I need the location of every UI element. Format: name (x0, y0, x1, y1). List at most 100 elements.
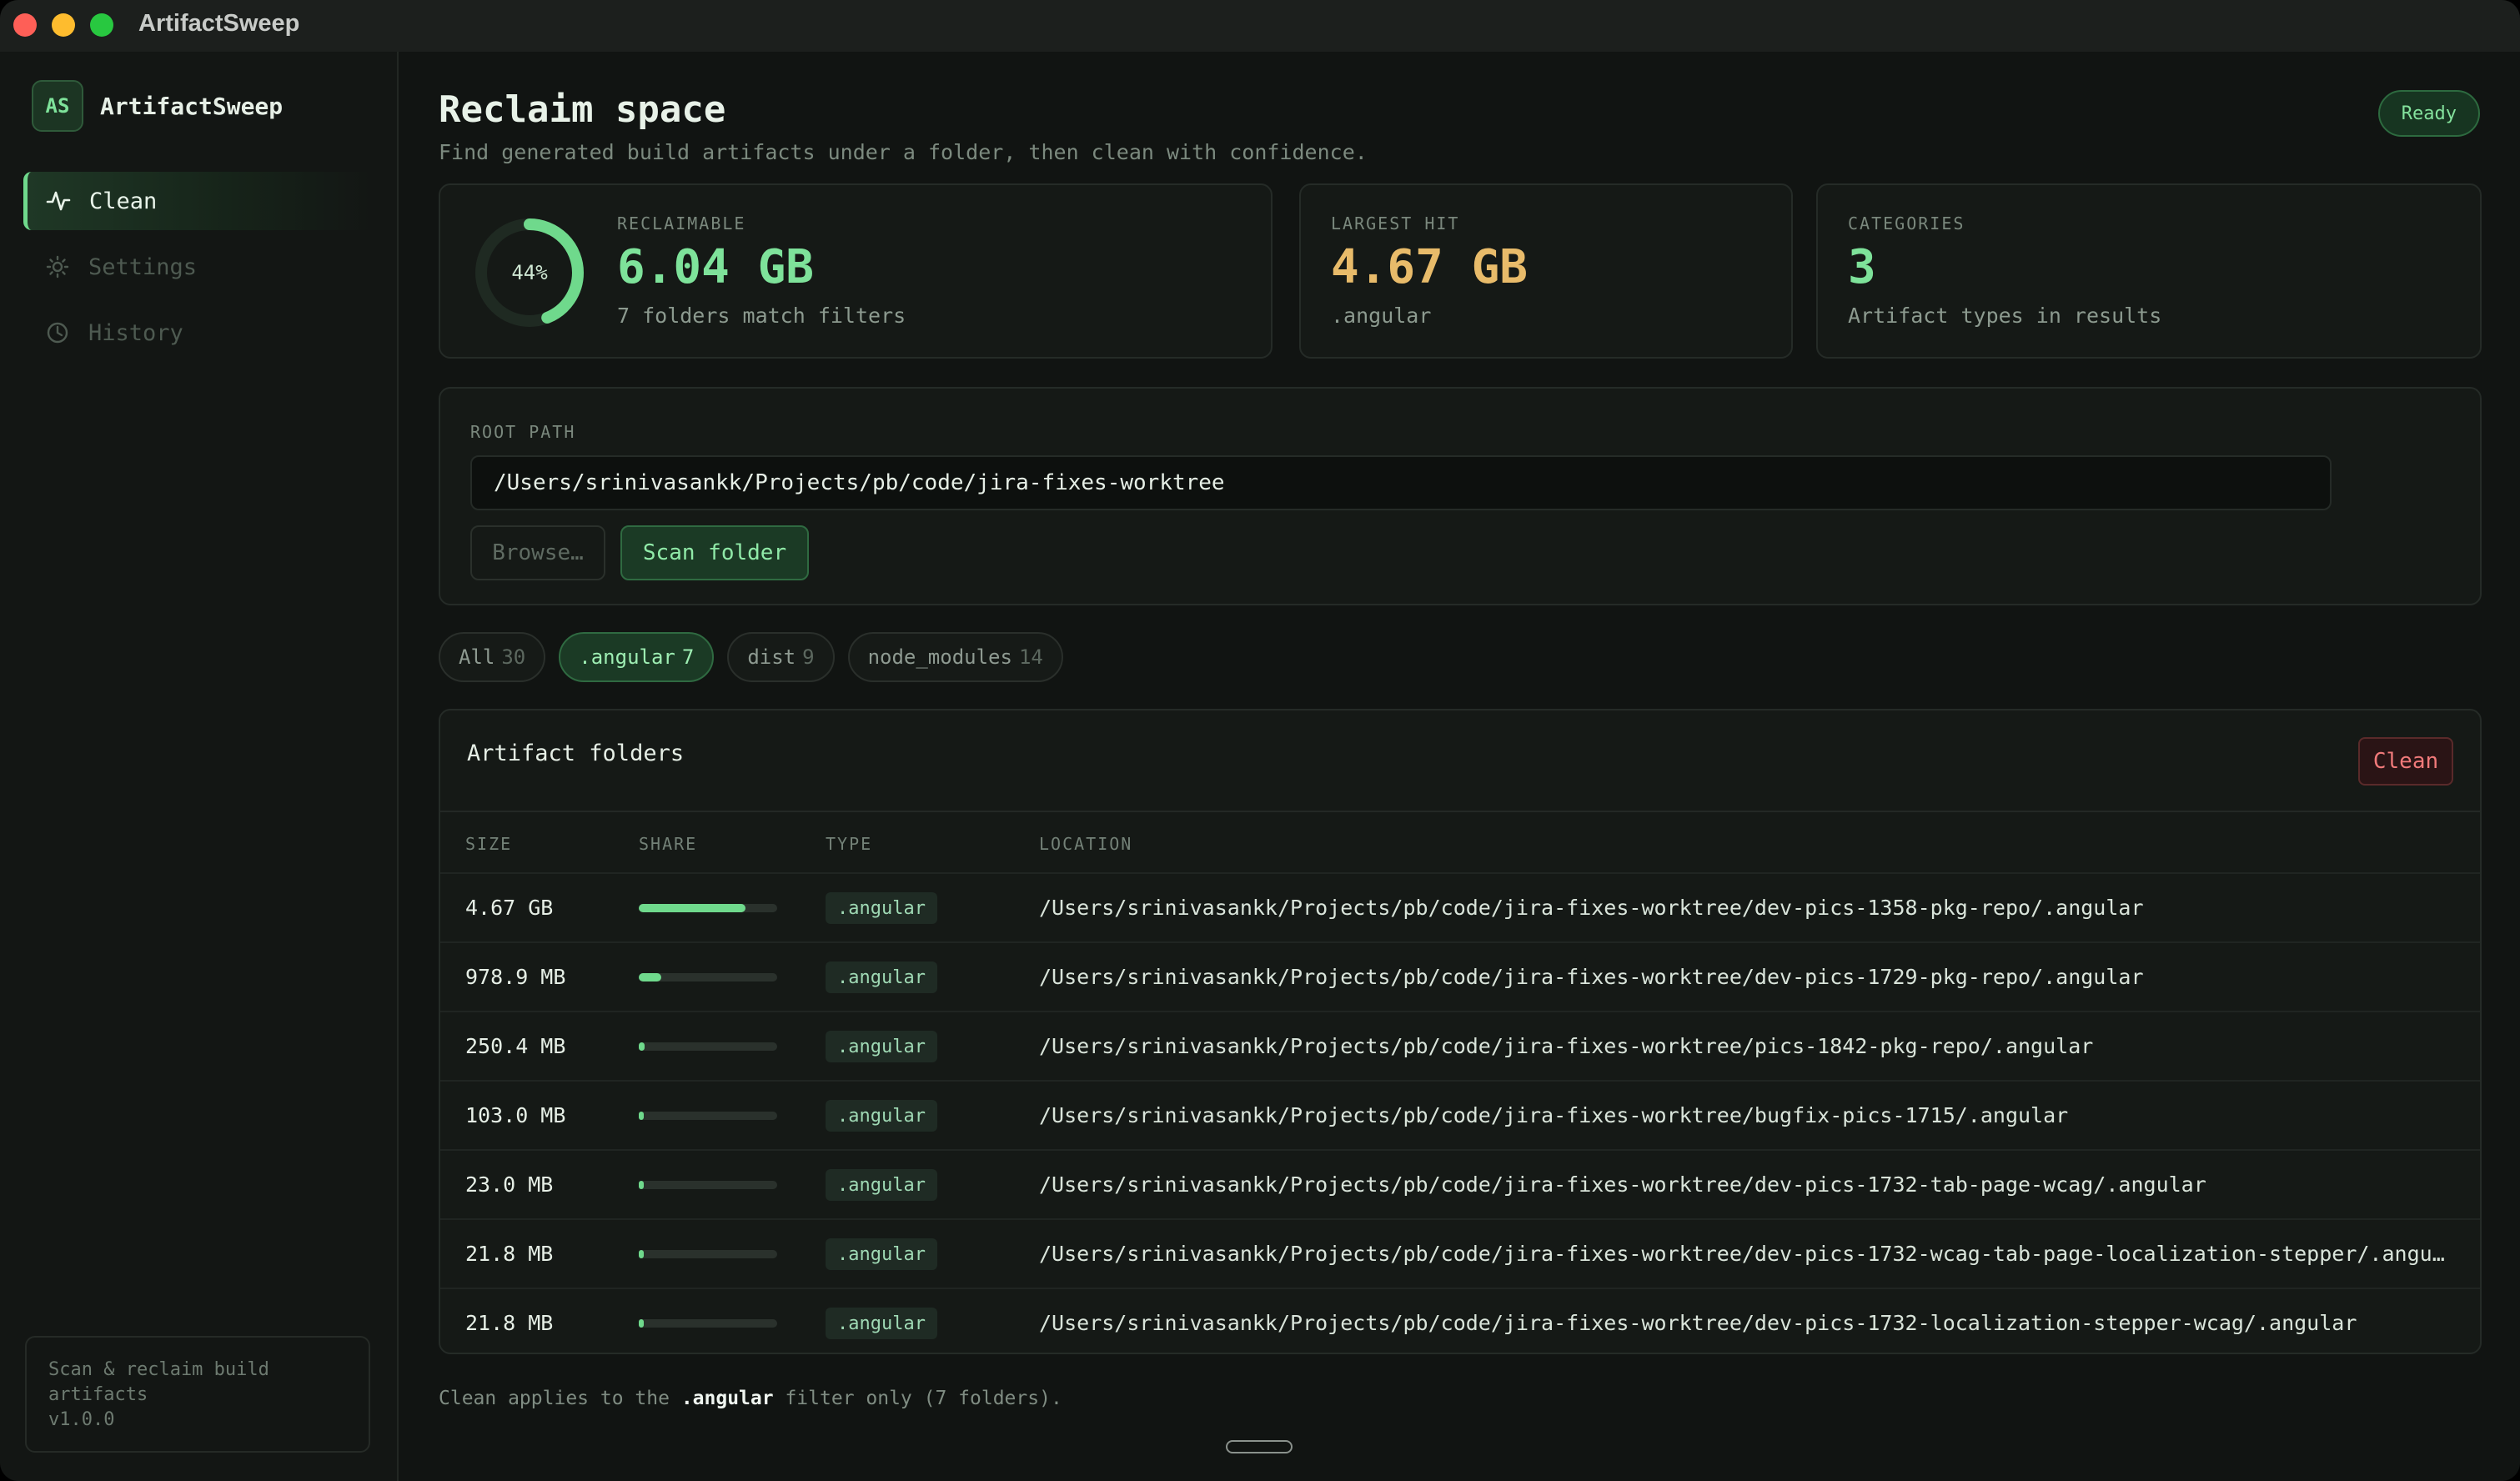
scan-folder-button[interactable]: Scan folder (620, 525, 809, 580)
row-size: 21.8 MB (465, 1242, 554, 1266)
row-location: /Users/srinivasankk/Projects/pb/code/jir… (1039, 896, 2144, 920)
filter-chip-angular[interactable]: .angular 7 (559, 632, 715, 682)
row-size: 21.8 MB (465, 1311, 554, 1335)
largest-hit-value: 4.67 GB (1331, 240, 1529, 294)
type-badge: .angular (826, 1238, 937, 1270)
zoom-window-button[interactable] (90, 13, 113, 37)
column-header-share[interactable]: SHARE (639, 834, 697, 854)
row-size: 250.4 MB (465, 1034, 566, 1058)
share-bar-fill (639, 973, 661, 981)
root-path-label: ROOT PATH (470, 422, 576, 442)
sidebar-item-label: Clean (89, 188, 158, 214)
clean-button[interactable]: Clean (2358, 737, 2453, 786)
share-bar (639, 973, 777, 981)
column-header-size[interactable]: SIZE (465, 834, 512, 854)
row-location: /Users/srinivasankk/Projects/pb/code/jir… (1039, 1034, 2094, 1058)
reclaimable-card: 44% RECLAIMABLE 6.04 GB 7 folders match … (439, 183, 1273, 359)
categories-value: 3 (1848, 240, 1876, 294)
share-bar-fill (639, 1319, 644, 1328)
brand: AS ArtifactSweep (32, 80, 283, 132)
title-bar: ArtifactSweep (0, 0, 2520, 52)
table-title: Artifact folders (467, 740, 685, 766)
gear-icon (45, 254, 70, 279)
filter-chip-all[interactable]: All 30 (439, 632, 546, 682)
table-row[interactable]: 978.9 MB .angular /Users/srinivasankk/Pr… (440, 941, 2480, 1011)
share-bar (639, 1112, 777, 1120)
activity-icon (46, 188, 71, 213)
table-row[interactable]: 23.0 MB .angular /Users/srinivasankk/Pro… (440, 1149, 2480, 1218)
share-bar (639, 1042, 777, 1051)
footnote-suffix: filter only (7 folders). (785, 1388, 1062, 1409)
reclaimable-subtext: 7 folders match filters (617, 304, 906, 328)
sidebar-item-label: History (88, 319, 183, 346)
row-location: /Users/srinivasankk/Projects/pb/code/jir… (1039, 965, 2144, 989)
page-subtitle: Find generated build artifacts under a f… (439, 140, 1368, 164)
share-bar-fill (639, 1181, 644, 1189)
scroll-handle[interactable] (1226, 1440, 1293, 1453)
type-badge: .angular (826, 1031, 937, 1062)
share-bar-fill (639, 904, 745, 912)
footer-tagline-2: artifacts (48, 1384, 148, 1405)
sidebar-item-clean[interactable]: Clean (23, 172, 374, 230)
footnote-filter: .angular (680, 1388, 774, 1409)
sidebar-nav: Clean Settings History (23, 172, 374, 369)
share-bar (639, 1181, 777, 1189)
row-size: 23.0 MB (465, 1172, 554, 1197)
largest-hit-label: LARGEST HIT (1331, 213, 1460, 233)
sidebar-item-settings[interactable]: Settings (23, 238, 374, 296)
share-bar-fill (639, 1112, 644, 1120)
row-location: /Users/srinivasankk/Projects/pb/code/jir… (1039, 1103, 2069, 1127)
chip-label: node_modules (867, 645, 1012, 669)
root-path-input[interactable] (470, 455, 2332, 510)
artifact-table-card: Artifact folders Clean SIZE SHARE TYPE L… (439, 709, 2482, 1354)
chip-count: 7 (681, 645, 695, 669)
sidebar-item-history[interactable]: History (23, 304, 374, 362)
table-row[interactable]: 21.8 MB .angular /Users/srinivasankk/Pro… (440, 1288, 2480, 1353)
chip-label: All (459, 645, 495, 669)
column-header-type[interactable]: TYPE (826, 834, 872, 854)
row-location: /Users/srinivasankk/Projects/pb/code/jir… (1039, 1172, 2206, 1197)
browse-button[interactable]: Browse… (470, 525, 605, 580)
type-badge: .angular (826, 1100, 937, 1132)
column-header-location[interactable]: LOCATION (1039, 834, 1132, 854)
clean-footnote: Clean applies to the .angular filter onl… (439, 1388, 1062, 1409)
largest-hit-subtext: .angular (1331, 304, 1432, 328)
table-row[interactable]: 250.4 MB .angular /Users/srinivasankk/Pr… (440, 1011, 2480, 1080)
app-window: ArtifactSweep AS ArtifactSweep Clean Set… (0, 0, 2520, 1481)
reclaimable-value: 6.04 GB (617, 240, 815, 294)
chip-count: 9 (802, 645, 815, 669)
filter-chip-dist[interactable]: dist 9 (727, 632, 835, 682)
chip-count: 14 (1018, 645, 1043, 669)
categories-subtext: Artifact types in results (1848, 304, 2162, 328)
categories-label: CATEGORIES (1848, 213, 1965, 233)
status-badge: Ready (2377, 90, 2480, 137)
table-row[interactable]: 21.8 MB .angular /Users/srinivasankk/Pro… (440, 1218, 2480, 1288)
sidebar-item-label: Settings (88, 254, 198, 280)
row-size: 4.67 GB (465, 896, 554, 920)
sidebar-footer: Scan & reclaim build artifacts v1.0.0 (25, 1336, 370, 1453)
page-title: Reclaim space (439, 88, 726, 131)
clock-icon (45, 320, 70, 345)
footer-tagline-1: Scan & reclaim build (48, 1359, 269, 1380)
reclaimable-percent: 44% (511, 261, 548, 284)
row-location: /Users/srinivasankk/Projects/pb/code/jir… (1039, 1311, 2357, 1335)
chip-count: 30 (501, 645, 526, 669)
sidebar: AS ArtifactSweep Clean Settings History … (0, 52, 399, 1481)
table-row[interactable]: 103.0 MB .angular /Users/srinivasankk/Pr… (440, 1080, 2480, 1149)
minimize-window-button[interactable] (52, 13, 75, 37)
row-location: /Users/srinivasankk/Projects/pb/code/jir… (1039, 1242, 2457, 1266)
filter-chips: All 30 .angular 7 dist 9 node_modules 14 (439, 632, 1077, 682)
filter-chip-node-modules[interactable]: node_modules 14 (847, 632, 1063, 682)
chip-label: dist (747, 645, 796, 669)
main-content: Reclaim space Find generated build artif… (400, 52, 2520, 1481)
close-window-button[interactable] (13, 13, 37, 37)
categories-card: CATEGORIES 3 Artifact types in results (1816, 183, 2482, 359)
table-row[interactable]: 4.67 GB .angular /Users/srinivasankk/Pro… (440, 872, 2480, 941)
row-size: 103.0 MB (465, 1103, 566, 1127)
brand-logo: AS (32, 80, 83, 132)
table-header: SIZE SHARE TYPE LOCATION (440, 811, 2480, 872)
type-badge: .angular (826, 892, 937, 924)
footnote-prefix: Clean applies to the (439, 1388, 670, 1409)
type-badge: .angular (826, 1169, 937, 1201)
app-version: v1.0.0 (48, 1409, 115, 1430)
